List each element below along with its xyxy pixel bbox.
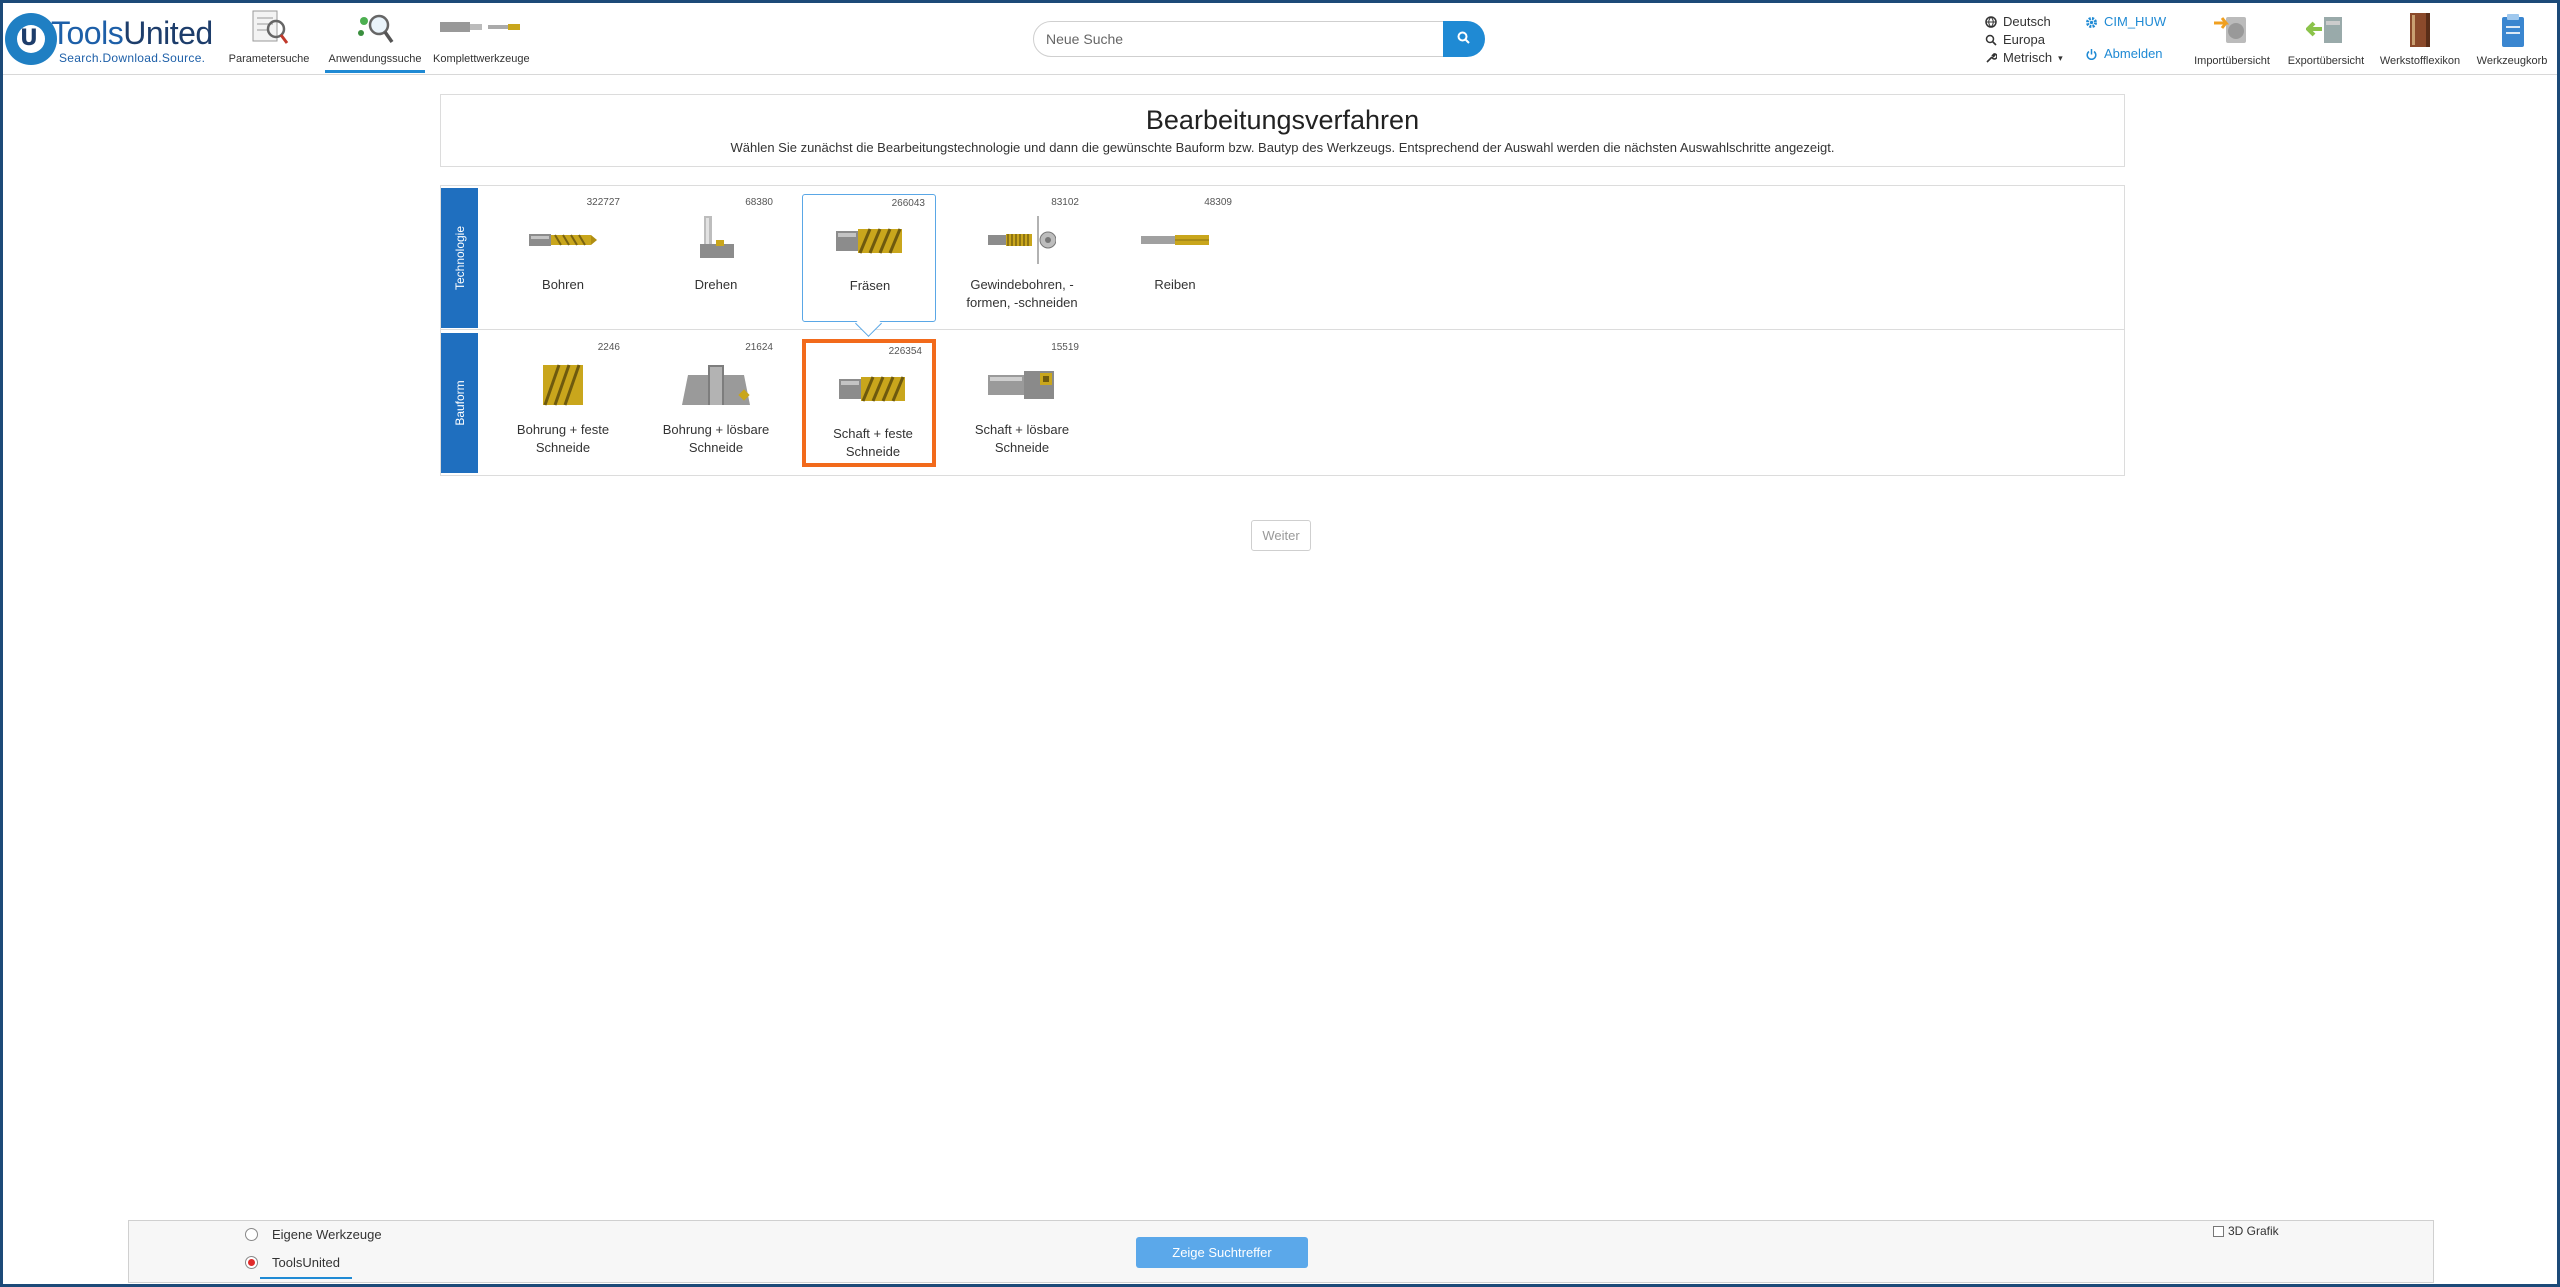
tile-bohrung-loesbare-schneide[interactable]: 21624 Bohrung + lösbare Schneide xyxy=(649,339,783,467)
logo-mark: U xyxy=(5,13,57,65)
tile-schaft-loesbare-schneide[interactable]: 15519 Schaft + lösbare Schneide xyxy=(955,339,1089,467)
tile-count: 2246 xyxy=(597,342,620,353)
radio-own-tools-circle[interactable] xyxy=(245,1228,258,1241)
nav-werkstofflexikon[interactable]: Werkstofflexikon xyxy=(2375,11,2465,67)
tile-count: 226354 xyxy=(888,346,922,357)
application-search-icon xyxy=(358,14,394,44)
toolsunited-underline xyxy=(260,1277,352,1279)
tile-count: 68380 xyxy=(745,197,773,208)
indexable-end-mill-icon xyxy=(988,371,1054,399)
turning-tool-icon xyxy=(700,216,734,258)
wrench-icon xyxy=(1986,53,1997,63)
milling-cutter-icon xyxy=(836,228,902,254)
source-bar: Eigene Werkzeuge ToolsUnited Zeige Sucht… xyxy=(128,1220,2434,1283)
next-button[interactable]: Weiter xyxy=(1251,520,1311,551)
tile-fraesen[interactable]: 266043 Fräsen xyxy=(802,194,936,322)
drill-icon xyxy=(529,234,597,246)
units-selector[interactable]: Metrisch ▾ xyxy=(1985,49,2063,67)
tile-count: 266043 xyxy=(891,198,925,209)
tile-bohren[interactable]: 322727 Bohren xyxy=(496,194,630,322)
search-icon xyxy=(1457,31,1470,44)
material-lexicon-icon xyxy=(2410,13,2430,47)
tile-count: 83102 xyxy=(1051,197,1079,208)
tile-gewindebohren[interactable]: 83102 Gewindebohren, -formen, -schneiden xyxy=(955,194,1089,322)
preferences: Deutsch Europa Metrisch ▾ xyxy=(1985,13,2063,67)
radio-own-tools[interactable]: Eigene Werkzeuge xyxy=(245,1227,382,1242)
bauform-row: Bauform 2246 Bohrung + feste Schneide 21… xyxy=(441,331,2124,475)
radio-toolsunited[interactable]: ToolsUnited xyxy=(245,1255,340,1270)
logo-name: ToolsUnited xyxy=(51,15,213,51)
tile-label: Drehen xyxy=(694,277,738,292)
export-overview-icon xyxy=(2306,17,2342,43)
language-selector[interactable]: Deutsch xyxy=(1985,13,2063,31)
shell-mill-indexable-icon xyxy=(682,365,750,405)
technology-row: Technologie 322727 Bohren 68380 Drehen 2… xyxy=(441,186,2124,330)
tile-label: Bohren xyxy=(542,277,584,292)
globe-icon xyxy=(1985,16,1997,28)
gear-icon xyxy=(2086,16,2097,28)
end-mill-icon xyxy=(839,376,905,402)
tile-drehen[interactable]: 68380 Drehen xyxy=(649,194,783,322)
nav-exportuebersicht[interactable]: Exportübersicht xyxy=(2281,11,2371,67)
bauform-row-label: Bauform xyxy=(441,333,478,473)
show-results-button[interactable]: Zeige Suchtreffer xyxy=(1136,1237,1308,1268)
process-selector: Technologie 322727 Bohren 68380 Drehen 2… xyxy=(440,185,2125,476)
reamer-icon xyxy=(1141,235,1209,245)
nav-werkzeugkorb[interactable]: Werkzeugkorb xyxy=(2467,11,2557,67)
tap-icon xyxy=(988,216,1056,264)
toolsunited-logo[interactable]: U ToolsUnited Search.Download.Source. xyxy=(5,13,215,69)
search-bar xyxy=(1033,21,1485,57)
tile-count: 21624 xyxy=(745,342,773,353)
nav-importuebersicht[interactable]: Importübersicht xyxy=(2187,11,2277,67)
tile-count: 322727 xyxy=(586,197,620,208)
tool-basket-icon xyxy=(2502,14,2524,47)
tile-schaft-feste-schneide[interactable]: 226354 Schaft + feste Schneide xyxy=(802,339,936,467)
import-overview-icon xyxy=(2214,17,2246,43)
user-menu: CIM_HUW Abmelden xyxy=(2085,13,2166,77)
tile-label: Schaft + feste Schneide xyxy=(833,426,913,459)
tile-reiben[interactable]: 48309 Reiben xyxy=(1108,194,1242,322)
search-input[interactable] xyxy=(1033,21,1445,57)
power-icon xyxy=(2086,48,2097,60)
tile-count: 15519 xyxy=(1051,342,1079,353)
nav-parametersuche[interactable]: Parametersuche xyxy=(225,9,313,73)
search-small-icon xyxy=(1985,34,1997,46)
user-settings-link[interactable]: CIM_HUW xyxy=(2085,13,2166,31)
top-header: U ToolsUnited Search.Download.Source. Pa… xyxy=(3,3,2557,75)
region-selector[interactable]: Europa xyxy=(1985,31,2063,49)
tile-label: Schaft + lösbare Schneide xyxy=(974,422,1070,455)
page-title: Bearbeitungsverfahren xyxy=(1145,105,1420,135)
tile-label: Bohrung + feste Schneide xyxy=(516,422,610,455)
caret-down-icon: ▾ xyxy=(2058,53,2063,63)
tile-label: Fräsen xyxy=(849,278,891,293)
tile-count: 48309 xyxy=(1204,197,1232,208)
logout-link[interactable]: Abmelden xyxy=(2085,45,2166,63)
logo-tagline: Search.Download.Source. xyxy=(59,51,206,65)
parameter-search-icon xyxy=(252,10,289,44)
tile-label: Gewindebohren, -formen, -schneiden xyxy=(966,277,1078,310)
3d-graphic-toggle[interactable]: 3D Grafik xyxy=(2213,1224,2279,1238)
nav-komplettwerkzeuge[interactable]: Komplettwerkzeuge xyxy=(433,9,530,73)
nav-anwendungssuche[interactable]: Anwendungssuche xyxy=(325,9,425,73)
3d-graphic-checkbox[interactable] xyxy=(2213,1225,2224,1237)
shell-mill-solid-icon xyxy=(543,364,583,406)
radio-toolsunited-circle[interactable] xyxy=(245,1256,258,1269)
process-header: Bearbeitungsverfahren Wählen Sie zunächs… xyxy=(440,94,2125,167)
tile-label: Bohrung + lösbare Schneide xyxy=(662,422,770,455)
search-button[interactable] xyxy=(1443,21,1485,57)
technology-row-label: Technologie xyxy=(441,188,478,328)
tile-label: Reiben xyxy=(1154,277,1196,292)
complete-tools-icon xyxy=(440,22,520,32)
tile-bohrung-feste-schneide[interactable]: 2246 Bohrung + feste Schneide xyxy=(496,339,630,467)
page-subtitle: Wählen Sie zunächst die Bearbeitungstech… xyxy=(730,140,1835,155)
